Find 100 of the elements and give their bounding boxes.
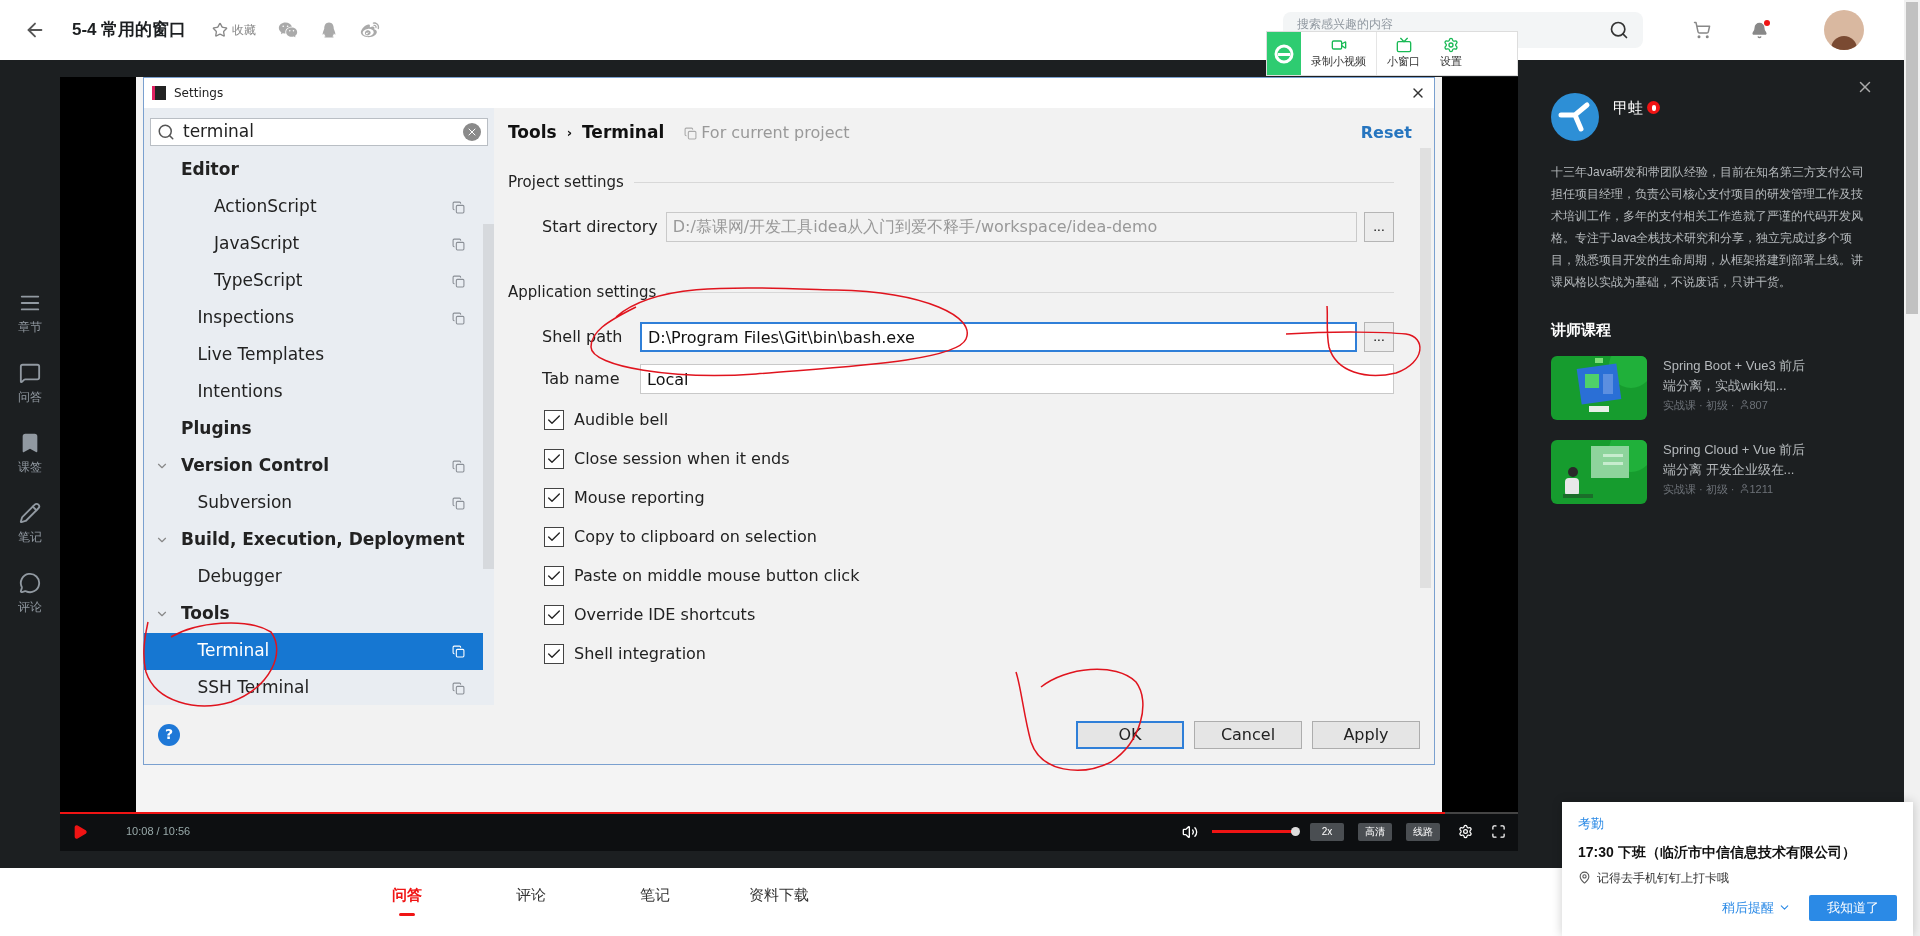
checkbox[interactable] (544, 526, 564, 547)
star-icon (212, 22, 229, 38)
breadcrumb-item: Terminal (582, 121, 665, 145)
cart-icon[interactable] (1693, 21, 1711, 39)
time-display: 10:08 / 10:56 (126, 824, 191, 840)
checkbox-label: Audible bell (574, 408, 669, 431)
breadcrumb-item: Tools (508, 121, 557, 145)
checkbox[interactable] (544, 643, 564, 664)
help-button[interactable]: ? (158, 723, 180, 746)
tree-item-label: Editor (181, 158, 239, 182)
tree-item-label: Intentions (197, 380, 283, 404)
tree-item[interactable]: Editor (144, 151, 483, 189)
rail-button[interactable]: 笔记 (18, 502, 42, 550)
teacher-bio: 十三年Java研发和带团队经验，目前在知名第三方支付公司担任项目经理，负责公司核心支付项目的研发管理工作及技术培训工作，多年的支付相关工作造就了严谨的代码开发风格。专注于Java全栈技术研究和分享，独立完成过多个项目，熟悉项目开发的生命周期，从框架搭建到部署上线。讲课风格以实战为基础，不说废话，只讲干货。 (1551, 164, 1866, 291)
dialog-button[interactable]: Cancel (1194, 720, 1302, 749)
checkbox[interactable] (544, 409, 564, 430)
breadcrumb-item: › (566, 124, 572, 143)
text-field[interactable]: D:\Program Files\Git\bin\bash.exe (640, 322, 1357, 352)
checkbox[interactable] (544, 565, 564, 586)
tree-item[interactable]: Inspections (144, 299, 483, 337)
fullscreen-icon[interactable] (1491, 824, 1506, 839)
tree-item[interactable]: Intentions (144, 373, 483, 411)
teacher-name: 甲蛙 (1613, 98, 1643, 118)
player-button[interactable]: 2x (1310, 822, 1344, 841)
confirm-button[interactable]: 我知道了 (1809, 894, 1897, 921)
tree-item-label: Version Control (181, 454, 330, 478)
user-icon (1738, 483, 1750, 495)
scrollbar[interactable] (1904, 0, 1920, 936)
checkbox-label: Mouse reporting (574, 486, 705, 509)
scope-label: For current project (701, 122, 850, 144)
tree-item[interactable]: Terminal (144, 632, 483, 670)
tree-item[interactable]: Live Templates (144, 336, 483, 374)
checkbox[interactable] (544, 604, 564, 625)
tree-item[interactable]: JavaScript (144, 225, 483, 263)
tree-item[interactable]: Tools (144, 595, 483, 633)
tab[interactable]: 笔记 (623, 884, 687, 907)
rail-button[interactable]: 章节 (18, 292, 42, 340)
location-icon (1578, 871, 1591, 884)
player-button[interactable]: 高清 (1358, 822, 1392, 841)
tree-item-label: Build, Execution, Deployment (181, 528, 465, 552)
settings-icon (1443, 37, 1459, 54)
chat-icon (19, 362, 41, 384)
tree-item[interactable]: ActionScript (144, 188, 483, 226)
rail-button[interactable]: 评论 (18, 572, 42, 620)
user-avatar[interactable] (1824, 10, 1864, 50)
tree-item[interactable]: Version Control (144, 447, 483, 485)
tree-item-label: TypeScript (214, 269, 303, 293)
reset-link[interactable]: Reset (1360, 121, 1412, 145)
checkbox-label: Close session when it ends (574, 447, 790, 470)
checkbox[interactable] (544, 487, 564, 508)
search-icon[interactable] (1609, 20, 1629, 40)
user-icon (1738, 399, 1750, 411)
tree-item-label: Plugins (181, 417, 252, 441)
tree-item-label: Subversion (197, 491, 293, 515)
tree-item-label: JavaScript (214, 232, 300, 256)
search-field[interactable]: terminal (150, 118, 488, 146)
course-title[interactable]: Spring Cloud + Vue 前后端分离 开发企业级在... (1663, 439, 1813, 480)
tree-item-label: Debugger (197, 565, 282, 589)
browse-button[interactable]: ... (1364, 322, 1394, 352)
checkbox[interactable] (544, 448, 564, 469)
course-title[interactable]: Spring Boot + Vue3 前后端分离，实战wiki知... (1663, 355, 1813, 396)
checkbox-label: Override IDE shortcuts (574, 603, 756, 626)
course-meta: 实战课 · 初级 · (1663, 481, 1735, 497)
reminder-event: 17:30 下班（临沂市中信信息技术有限公司） (1578, 842, 1857, 862)
text-field[interactable]: Local (640, 364, 1394, 394)
learner-count: 807 (1749, 397, 1768, 413)
tree-item[interactable]: Build, Execution, Deployment (144, 521, 483, 559)
tree-item[interactable]: Debugger (144, 558, 483, 596)
checkbox-label: Shell integration (574, 642, 706, 665)
app-logo-icon (152, 86, 166, 100)
rail-button[interactable]: 课签 (18, 432, 42, 480)
tree-item-label: Inspections (197, 306, 295, 330)
volume-icon[interactable] (1182, 823, 1198, 840)
tab[interactable]: 问答 (375, 884, 439, 916)
scrollbar[interactable] (1420, 148, 1431, 588)
toolbar-button[interactable]: 录制小视频 (1301, 32, 1377, 75)
player-button[interactable]: 线路 (1406, 822, 1440, 841)
copy-icon (684, 126, 698, 140)
bell-icon[interactable] (1751, 21, 1768, 39)
tv-icon (1395, 37, 1412, 54)
tree-item[interactable]: TypeScript (144, 262, 483, 300)
tree-item[interactable]: Subversion (144, 484, 483, 522)
favorite-button[interactable]: 收藏 (212, 21, 257, 39)
section-title: Application settings (508, 281, 657, 303)
play-icon[interactable] (72, 823, 88, 840)
learner-count: 1211 (1749, 481, 1774, 497)
pencil-icon (19, 502, 41, 524)
clear-icon[interactable] (463, 122, 481, 141)
tree-item[interactable]: Plugins (144, 410, 483, 448)
scrollbar[interactable] (483, 223, 494, 569)
tree-item-label: Tools (181, 602, 230, 626)
tab[interactable]: 资料下载 (747, 884, 811, 907)
checkbox-label: Copy to clipboard on selection (574, 525, 817, 548)
remind-later-button[interactable]: 稍后提醒 (1722, 897, 1791, 918)
course-meta: 实战课 · 初级 · (1663, 397, 1735, 413)
teacher-avatar (1551, 93, 1599, 141)
tab[interactable]: 评论 (499, 884, 563, 907)
settings-icon[interactable] (1458, 824, 1473, 839)
dialog-button[interactable]: Apply (1312, 720, 1420, 749)
rail-button[interactable]: 问答 (18, 362, 42, 410)
